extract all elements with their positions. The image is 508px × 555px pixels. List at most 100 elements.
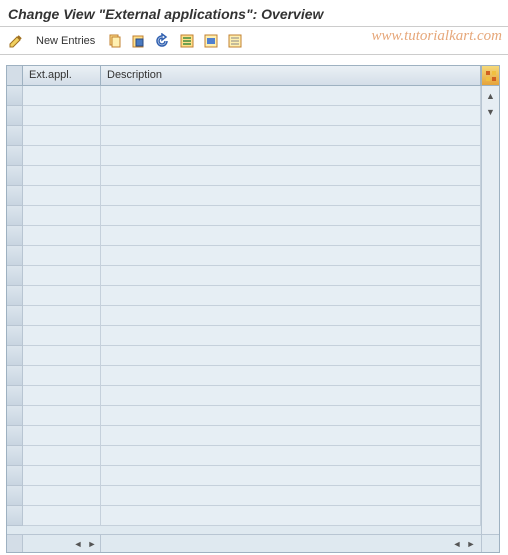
cell-ext-appl[interactable] (23, 406, 101, 426)
table-row (7, 266, 481, 286)
cell-ext-appl[interactable] (23, 206, 101, 226)
hscroll-left-icon[interactable]: ◄ (451, 538, 463, 550)
scroll-down-icon[interactable]: ▼ (484, 105, 498, 119)
data-grid: Ext.appl. Description ▲ ▼ ◄ ► ◄ ► (6, 65, 500, 553)
row-selector[interactable] (7, 286, 23, 306)
row-selector[interactable] (7, 346, 23, 366)
cell-ext-appl[interactable] (23, 346, 101, 366)
row-selector[interactable] (7, 246, 23, 266)
row-selector[interactable] (7, 326, 23, 346)
cell-description[interactable] (101, 186, 481, 206)
delete-icon[interactable] (129, 31, 149, 51)
row-selector[interactable] (7, 146, 23, 166)
table-row (7, 226, 481, 246)
cell-ext-appl[interactable] (23, 146, 101, 166)
new-entries-button[interactable]: New Entries (30, 33, 101, 49)
hscroll-right-icon[interactable]: ► (86, 538, 98, 550)
cell-description[interactable] (101, 486, 481, 506)
column-header-ext-appl[interactable]: Ext.appl. (23, 66, 101, 85)
cell-description[interactable] (101, 226, 481, 246)
cell-ext-appl[interactable] (23, 106, 101, 126)
column-header-description[interactable]: Description (101, 66, 481, 85)
cell-description[interactable] (101, 326, 481, 346)
cell-ext-appl[interactable] (23, 446, 101, 466)
cell-description[interactable] (101, 466, 481, 486)
vertical-scrollbar[interactable]: ▲ ▼ (481, 86, 499, 534)
cell-ext-appl[interactable] (23, 126, 101, 146)
row-selector[interactable] (7, 386, 23, 406)
cell-description[interactable] (101, 406, 481, 426)
row-selector[interactable] (7, 206, 23, 226)
cell-description[interactable] (101, 366, 481, 386)
row-selector[interactable] (7, 446, 23, 466)
scroll-up-icon[interactable]: ▲ (484, 89, 498, 103)
cell-ext-appl[interactable] (23, 486, 101, 506)
grid-header: Ext.appl. Description (7, 66, 499, 86)
table-row (7, 386, 481, 406)
cell-description[interactable] (101, 106, 481, 126)
cell-ext-appl[interactable] (23, 226, 101, 246)
row-selector[interactable] (7, 226, 23, 246)
cell-description[interactable] (101, 286, 481, 306)
cell-ext-appl[interactable] (23, 86, 101, 106)
table-row (7, 126, 481, 146)
row-selector[interactable] (7, 366, 23, 386)
row-selector[interactable] (7, 166, 23, 186)
row-selector[interactable] (7, 186, 23, 206)
cell-ext-appl[interactable] (23, 326, 101, 346)
cell-description[interactable] (101, 446, 481, 466)
deselect-all-icon[interactable] (225, 31, 245, 51)
row-selector[interactable] (7, 86, 23, 106)
cell-description[interactable] (101, 206, 481, 226)
cell-description[interactable] (101, 266, 481, 286)
table-row (7, 366, 481, 386)
table-config-icon (485, 70, 497, 82)
row-selector[interactable] (7, 266, 23, 286)
cell-description[interactable] (101, 146, 481, 166)
hscroll-right-icon[interactable]: ► (465, 538, 477, 550)
cell-ext-appl[interactable] (23, 266, 101, 286)
horizontal-scrollbar: ◄ ► ◄ ► (7, 534, 499, 552)
copy-icon[interactable] (105, 31, 125, 51)
cell-ext-appl[interactable] (23, 186, 101, 206)
cell-description[interactable] (101, 386, 481, 406)
cell-ext-appl[interactable] (23, 506, 101, 526)
cell-ext-appl[interactable] (23, 286, 101, 306)
cell-ext-appl[interactable] (23, 306, 101, 326)
cell-description[interactable] (101, 306, 481, 326)
cell-description[interactable] (101, 346, 481, 366)
cell-description[interactable] (101, 506, 481, 526)
row-selector[interactable] (7, 426, 23, 446)
row-selector[interactable] (7, 506, 23, 526)
cell-ext-appl[interactable] (23, 466, 101, 486)
cell-description[interactable] (101, 246, 481, 266)
hscroll-ext[interactable]: ◄ ► (23, 535, 101, 552)
row-selector[interactable] (7, 106, 23, 126)
row-selector[interactable] (7, 486, 23, 506)
row-selector[interactable] (7, 406, 23, 426)
cell-ext-appl[interactable] (23, 426, 101, 446)
cell-description[interactable] (101, 126, 481, 146)
row-selector[interactable] (7, 126, 23, 146)
select-block-icon[interactable] (201, 31, 221, 51)
cell-description[interactable] (101, 86, 481, 106)
cell-description[interactable] (101, 166, 481, 186)
cell-ext-appl[interactable] (23, 366, 101, 386)
undo-icon[interactable] (153, 31, 173, 51)
row-selector[interactable] (7, 466, 23, 486)
table-row (7, 306, 481, 326)
row-selector-header[interactable] (7, 66, 23, 85)
page-title: Change View "External applications": Ove… (0, 0, 508, 27)
hscroll-desc[interactable]: ◄ ► (101, 535, 481, 552)
grid-body: ▲ ▼ (7, 86, 499, 534)
cell-ext-appl[interactable] (23, 166, 101, 186)
table-row (7, 406, 481, 426)
select-all-icon[interactable] (177, 31, 197, 51)
table-settings-button[interactable] (481, 66, 499, 85)
cell-ext-appl[interactable] (23, 246, 101, 266)
row-selector[interactable] (7, 306, 23, 326)
cell-description[interactable] (101, 426, 481, 446)
cell-ext-appl[interactable] (23, 386, 101, 406)
hscroll-left-icon[interactable]: ◄ (72, 538, 84, 550)
edit-icon[interactable] (6, 31, 26, 51)
